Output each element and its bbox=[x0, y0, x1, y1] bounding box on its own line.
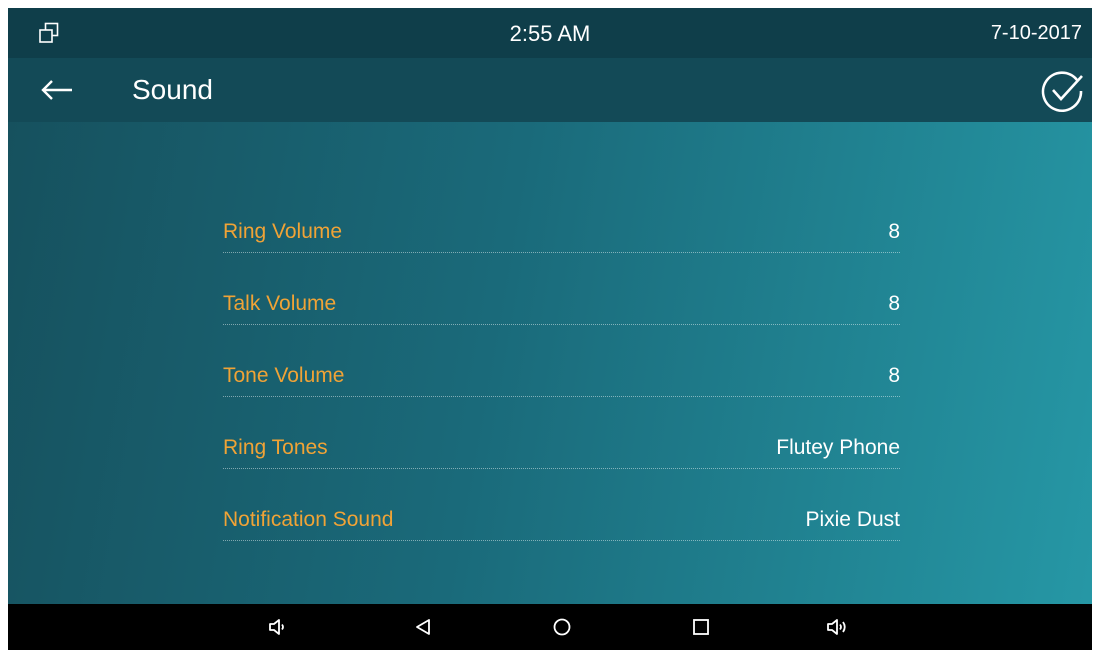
status-date: 7-10-2017 bbox=[990, 22, 1082, 44]
ring-tones-setting[interactable]: Ring Tones Flutey Phone bbox=[223, 428, 900, 500]
back-arrow-icon[interactable] bbox=[38, 72, 78, 108]
divider bbox=[223, 540, 900, 541]
setting-value: Pixie Dust bbox=[805, 508, 900, 531]
check-circle-icon[interactable] bbox=[1040, 68, 1086, 114]
setting-label: Tone Volume bbox=[223, 364, 345, 387]
page-title: Sound bbox=[132, 74, 213, 105]
screen: 2:55 AM 7-10-2017 Sound Ring Volume 8 Ta… bbox=[8, 8, 1092, 650]
setting-value: 8 bbox=[888, 292, 900, 315]
status-bar: 2:55 AM 7-10-2017 bbox=[8, 8, 1092, 58]
ring-volume-setting[interactable]: Ring Volume 8 bbox=[223, 212, 900, 284]
home-circle-icon[interactable] bbox=[550, 615, 574, 639]
settings-list: Ring Volume 8 Talk Volume 8 Tone Volume … bbox=[223, 212, 900, 572]
title-bar: Sound bbox=[8, 58, 1092, 122]
notification-sound-setting[interactable]: Notification Sound Pixie Dust bbox=[223, 500, 900, 572]
setting-label: Ring Volume bbox=[223, 220, 343, 243]
divider bbox=[223, 324, 900, 325]
setting-value: 8 bbox=[888, 364, 900, 387]
status-time: 2:55 AM bbox=[509, 21, 591, 46]
divider bbox=[223, 252, 900, 253]
navigation-bar bbox=[8, 604, 1092, 650]
back-triangle-icon[interactable] bbox=[411, 615, 435, 639]
divider bbox=[223, 396, 900, 397]
setting-value: 8 bbox=[888, 220, 900, 243]
volume-down-icon[interactable] bbox=[266, 615, 290, 639]
setting-label: Ring Tones bbox=[223, 436, 328, 459]
recents-square-icon[interactable] bbox=[689, 615, 713, 639]
setting-label: Notification Sound bbox=[223, 508, 394, 531]
setting-value: Flutey Phone bbox=[776, 436, 900, 459]
divider bbox=[223, 468, 900, 469]
setting-label: Talk Volume bbox=[223, 292, 337, 315]
talk-volume-setting[interactable]: Talk Volume 8 bbox=[223, 284, 900, 356]
tone-volume-setting[interactable]: Tone Volume 8 bbox=[223, 356, 900, 428]
volume-up-icon[interactable] bbox=[825, 615, 849, 639]
